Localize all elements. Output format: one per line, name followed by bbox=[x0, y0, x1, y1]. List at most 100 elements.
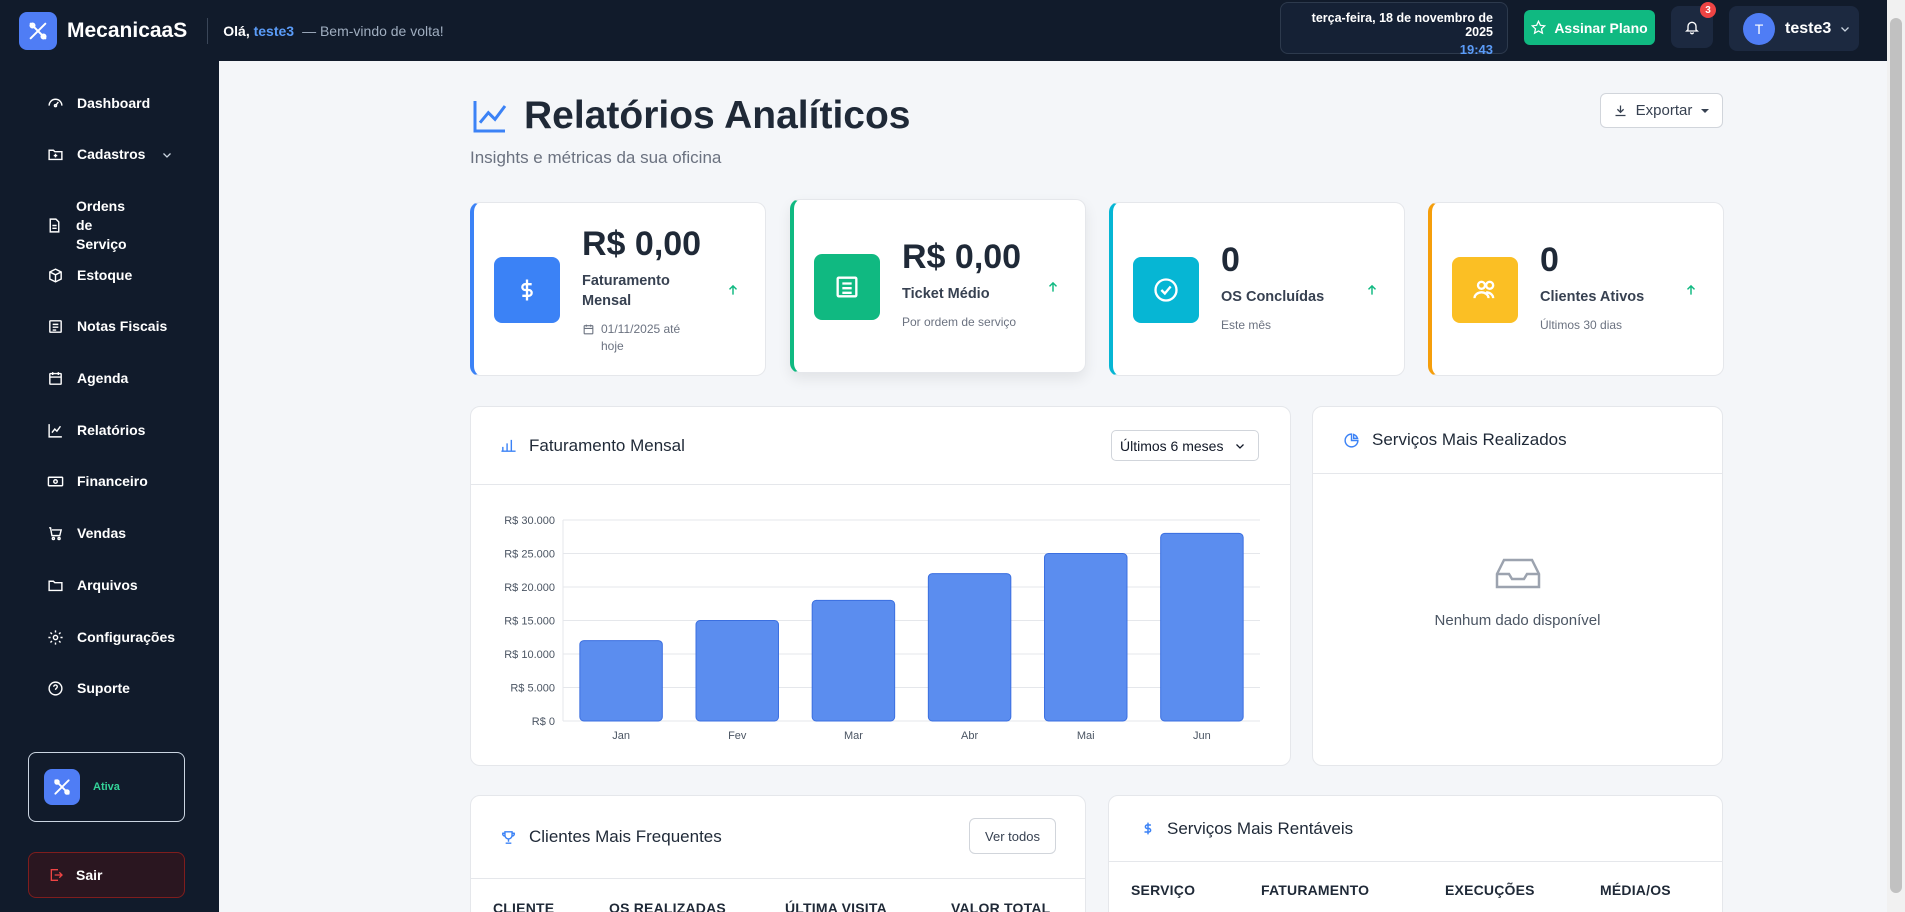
x-tick-label: Abr bbox=[961, 730, 978, 742]
calendar-icon bbox=[583, 324, 594, 335]
view-all-button[interactable]: Ver todos bbox=[969, 818, 1056, 854]
stat-value: 0 bbox=[1221, 241, 1240, 279]
sidebar-item-dashboard[interactable]: Dashboard bbox=[46, 94, 150, 113]
greeting-subtitle: — Bem-vindo de volta! bbox=[302, 22, 444, 39]
sidebar-item-label: Notas Fiscais bbox=[77, 318, 168, 334]
sidebar-item-suporte[interactable]: Suporte bbox=[46, 679, 130, 698]
stat-hint: Este mês bbox=[1221, 318, 1272, 332]
frequent-clients-card: Clientes Mais Frequentes Ver todos CLIEN… bbox=[470, 795, 1086, 912]
bar bbox=[579, 640, 663, 722]
revenue-bar-chart: R$ 0 R$ 5.000 R$ 10.000 R$ 15.000 R$ 20.000 R… bbox=[504, 515, 1260, 742]
logout-button[interactable]: Sair bbox=[28, 852, 185, 898]
arrow-up-icon bbox=[1686, 284, 1696, 295]
bar bbox=[927, 573, 1012, 722]
calendar-icon bbox=[46, 370, 64, 388]
column-header[interactable]: CLIENTE bbox=[493, 900, 554, 912]
greeting-hello: Olá, bbox=[223, 22, 254, 39]
sidebar-item-label: Financeiro bbox=[77, 473, 148, 489]
y-tick-label: R$ 5.000 bbox=[510, 683, 555, 695]
receipt-icon bbox=[46, 318, 64, 336]
sidebar-item-financeiro[interactable]: Financeiro bbox=[46, 472, 148, 491]
stat-card-average-ticket: R$ 0,00 Ticket Médio Por ordem de serviç… bbox=[790, 199, 1086, 373]
sidebar-item-ordens-de-servico[interactable]: Ordens de Serviço bbox=[46, 197, 136, 254]
stat-card-completed-orders: 0 OS Concluídas Este mês bbox=[1109, 202, 1405, 376]
trophy-icon bbox=[502, 830, 515, 844]
column-header[interactable]: SERVIÇO bbox=[1131, 882, 1195, 898]
user-menu[interactable]: T teste3 bbox=[1729, 6, 1859, 51]
folder-plus-icon bbox=[46, 146, 64, 164]
bar bbox=[1044, 553, 1128, 722]
x-tick-label: Jan bbox=[612, 730, 630, 742]
question-icon bbox=[46, 680, 64, 698]
y-tick-label: R$ 15.000 bbox=[504, 616, 555, 628]
card-header: Serviços Mais Realizados bbox=[1313, 407, 1722, 474]
sidebar: Dashboard Cadastros Ordens de Serviço Es… bbox=[0, 61, 219, 912]
folder-icon bbox=[46, 577, 64, 595]
period-select-value: Últimos 6 meses bbox=[1120, 437, 1224, 454]
x-tick-label: Jun bbox=[1193, 730, 1211, 742]
subscribe-plan-label: Assinar Plano bbox=[1554, 19, 1648, 36]
card-title: Serviços Mais Rentáveis bbox=[1167, 818, 1354, 838]
top-bar: MecanicaaS Olá, teste3 — Bem-vindo de vol… bbox=[0, 0, 1887, 61]
sidebar-item-configuracoes[interactable]: Configurações bbox=[46, 628, 175, 647]
stat-card-active-clients: 0 Clientes Ativos Últimos 30 dias bbox=[1428, 202, 1724, 376]
sidebar-item-notas-fiscais[interactable]: Notas Fiscais bbox=[46, 317, 167, 336]
x-tick-label: Mai bbox=[1077, 730, 1095, 742]
card-header: Serviços Mais Rentáveis bbox=[1109, 796, 1722, 862]
brand[interactable]: MecanicaaS bbox=[19, 11, 187, 50]
sidebar-item-label: Cadastros bbox=[77, 146, 146, 162]
dollar-icon bbox=[494, 257, 560, 323]
sidebar-item-agenda[interactable]: Agenda bbox=[46, 369, 128, 388]
notifications-button[interactable]: 3 bbox=[1671, 2, 1716, 48]
stat-card-monthly-revenue: R$ 0,00 Faturamento Mensal 01/11/2025 at… bbox=[470, 202, 766, 376]
profitable-services-card: Serviços Mais Rentáveis SERVIÇO FATURAME… bbox=[1108, 795, 1723, 912]
x-tick-label: Mar bbox=[844, 730, 863, 742]
y-tick-label: R$ 20.000 bbox=[504, 582, 555, 594]
stat-value: 0 bbox=[1540, 241, 1559, 279]
star-icon bbox=[1531, 20, 1547, 35]
y-tick-label: R$ 25.000 bbox=[504, 549, 555, 561]
scrollbar-thumb[interactable] bbox=[1890, 18, 1902, 893]
sidebar-item-estoque[interactable]: Estoque bbox=[46, 266, 132, 285]
column-header[interactable]: OS REALIZADAS bbox=[609, 900, 726, 912]
column-header[interactable]: MÉDIA/OS bbox=[1600, 882, 1671, 898]
gauge-icon bbox=[46, 95, 64, 113]
page-subtitle: Insights e métricas da sua oficina bbox=[470, 148, 722, 167]
sidebar-item-label: Arquivos bbox=[77, 577, 138, 593]
divider bbox=[207, 17, 209, 44]
receipt-icon bbox=[814, 254, 880, 320]
subscription-status: Ativa bbox=[93, 781, 120, 793]
arrow-up-icon bbox=[1048, 281, 1058, 292]
current-time: 19:43 bbox=[1459, 42, 1493, 57]
sidebar-item-relatorios[interactable]: Relatórios bbox=[46, 421, 145, 440]
card-title: Serviços Mais Realizados bbox=[1372, 430, 1567, 449]
column-header[interactable]: EXECUÇÕES bbox=[1445, 882, 1535, 898]
stat-value: R$ 0,00 bbox=[902, 238, 1022, 276]
gear-icon bbox=[46, 629, 64, 647]
notifications-badge: 3 bbox=[1700, 2, 1716, 18]
period-select[interactable]: Últimos 6 meses bbox=[1111, 430, 1259, 461]
subscription-status-card[interactable]: Ativa bbox=[28, 752, 185, 822]
export-label: Exportar bbox=[1635, 102, 1693, 119]
sidebar-item-vendas[interactable]: Vendas bbox=[46, 524, 126, 543]
sidebar-item-arquivos[interactable]: Arquivos bbox=[46, 576, 138, 595]
column-header[interactable]: FATURAMENTO bbox=[1261, 882, 1369, 898]
sidebar-item-label: Dashboard bbox=[77, 95, 151, 111]
top-services-card: Serviços Mais Realizados Nenhum dado dis… bbox=[1312, 406, 1723, 766]
check-circle-icon bbox=[1133, 257, 1199, 323]
column-header[interactable]: VALOR TOTAL bbox=[951, 900, 1050, 912]
column-header[interactable]: ÚLTIMA VISITA bbox=[785, 900, 887, 912]
stat-hint: 01/11/2025 até hoje bbox=[601, 322, 681, 353]
sidebar-item-cadastros[interactable]: Cadastros bbox=[46, 145, 173, 164]
export-button[interactable]: Exportar bbox=[1600, 93, 1723, 128]
download-icon bbox=[1615, 105, 1626, 117]
empty-state: Nenhum dado disponível bbox=[1313, 557, 1722, 629]
caret-down-icon bbox=[1701, 108, 1710, 113]
subscribe-plan-button[interactable]: Assinar Plano bbox=[1524, 10, 1655, 45]
users-icon bbox=[1452, 257, 1518, 323]
y-tick-label: R$ 30.000 bbox=[504, 515, 555, 527]
scrollbar[interactable] bbox=[1887, 0, 1905, 912]
logout-label: Sair bbox=[76, 867, 103, 883]
stat-label: Faturamento Mensal bbox=[582, 273, 670, 309]
dollar-icon bbox=[1144, 822, 1152, 835]
